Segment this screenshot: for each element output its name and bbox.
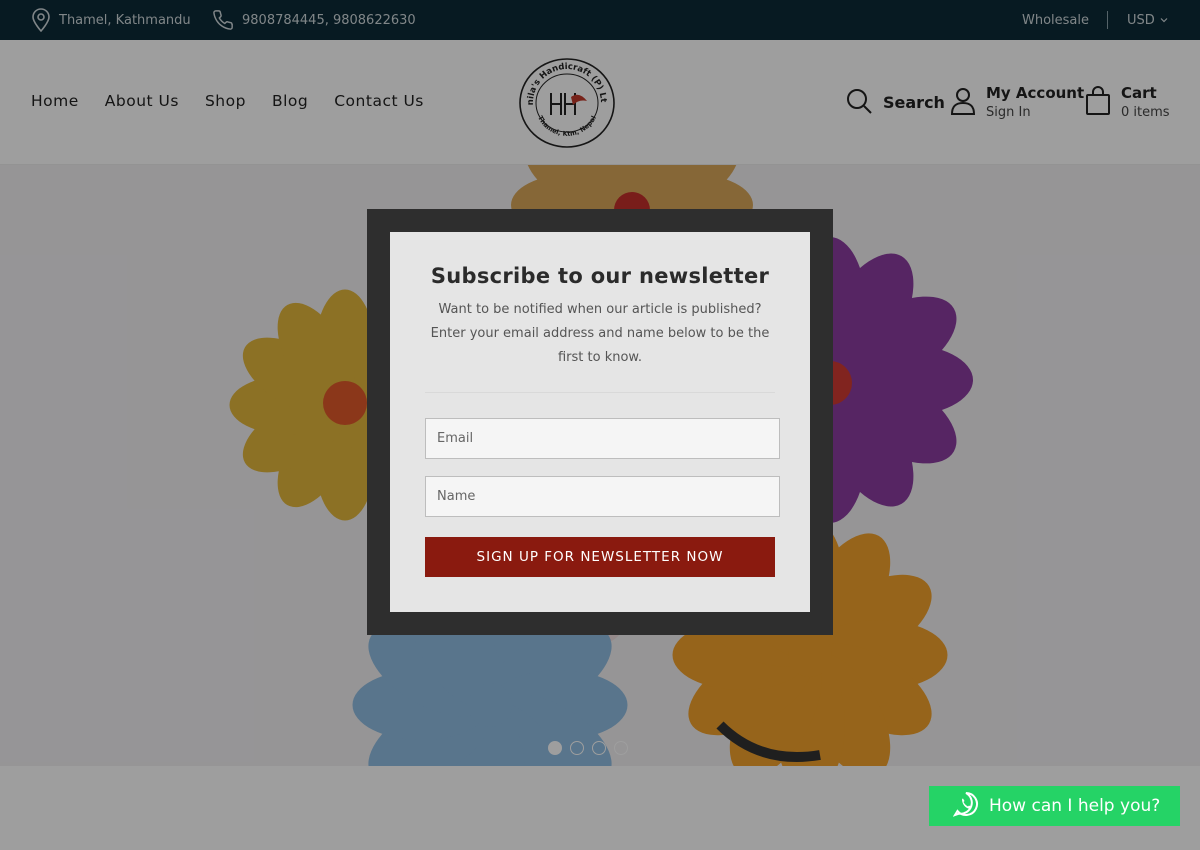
name-field[interactable] [425, 476, 780, 517]
newsletter-description: Want to be notified when our article is … [430, 302, 770, 365]
whatsapp-label: How can I help you? [989, 796, 1161, 816]
whatsapp-chat-button[interactable]: How can I help you? [929, 786, 1180, 826]
whatsapp-icon [952, 791, 979, 822]
newsletter-title: Subscribe to our newsletter [430, 264, 770, 288]
email-field[interactable] [425, 418, 780, 459]
newsletter-divider [425, 392, 775, 393]
newsletter-signup-button[interactable]: SIGN UP FOR NEWSLETTER NOW [425, 537, 775, 577]
newsletter-modal: Subscribe to our newsletter Want to be n… [390, 232, 810, 612]
